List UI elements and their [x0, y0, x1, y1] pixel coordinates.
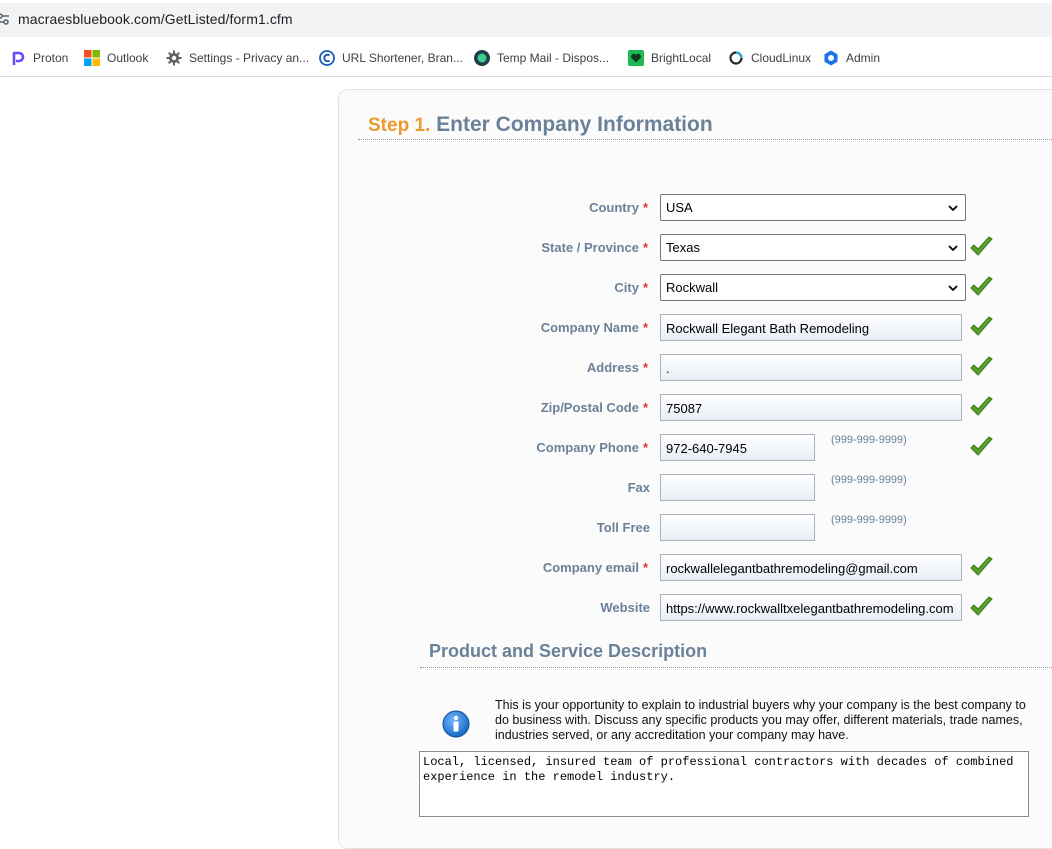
city-select[interactable]: Rockwall [660, 274, 966, 301]
country-select[interactable]: USA [660, 194, 966, 221]
bookmark-temp-mail[interactable]: Temp Mail - Dispos... [474, 48, 609, 68]
email-input[interactable]: rockwallelegantbathremodeling@gmail.com [660, 554, 962, 581]
link-shortener-icon [319, 50, 335, 66]
state-select[interactable]: Texas [660, 234, 966, 261]
valid-check-icon [969, 556, 994, 578]
info-line: do business with. Discuss any specific p… [495, 713, 1023, 727]
email-label: Company email * [542, 560, 648, 575]
gear-icon [166, 50, 182, 66]
bookmark-label: Temp Mail - Dispos... [497, 51, 610, 65]
section-title: Product and Service Description [429, 641, 708, 661]
company-name-input[interactable]: Rockwall Elegant Bath Remodeling [660, 314, 962, 341]
chevron-down-icon [947, 282, 959, 294]
bookmark-outlook[interactable]: Outlook [84, 48, 148, 68]
zip-input[interactable]: 75087 [660, 394, 962, 421]
bookmark-cloudlinux[interactable]: CloudLinux [728, 48, 811, 68]
step-title: Step 1. Enter Company Information [368, 113, 713, 137]
bookmark-brightlocal[interactable]: BrightLocal [628, 48, 711, 68]
bookmark-label: Settings - Privacy an... [189, 51, 310, 65]
required-marker: * [642, 360, 648, 375]
bookmarks-bar: Proton Outlook Settings - Privacy an... … [0, 39, 1052, 77]
cloudlinux-icon [728, 50, 744, 66]
bookmark-label: Outlook [107, 51, 149, 65]
address-input[interactable]: . [660, 354, 962, 381]
microsoft-icon [84, 50, 100, 66]
bookmark-label: CloudLinux [751, 51, 812, 65]
divider [420, 667, 1052, 668]
bookmark-label: BrightLocal [651, 51, 712, 65]
company-name-label: Company Name * [540, 320, 648, 335]
divider [358, 139, 1052, 140]
phone-label: Company Phone * [536, 440, 648, 455]
toll-free-input[interactable] [660, 514, 815, 541]
info-line: This is your opportunity to explain to i… [495, 698, 1026, 712]
bookmark-admin[interactable]: Admin [823, 48, 880, 68]
valid-check-icon [969, 396, 994, 418]
chevron-down-icon [947, 242, 959, 254]
required-marker: * [642, 440, 648, 455]
url-text[interactable]: macraesbluebook.com/GetListed/form1.cfm [18, 11, 293, 27]
address-label: Address * [586, 360, 648, 375]
required-marker: * [642, 560, 648, 575]
website-label: Website [600, 600, 650, 615]
step-heading: Enter Company Information [436, 113, 713, 136]
required-marker: * [642, 400, 648, 415]
fax-input[interactable] [660, 474, 815, 501]
bookmark-proton[interactable]: Proton [10, 48, 68, 68]
required-marker: * [642, 240, 648, 255]
valid-check-icon [969, 236, 994, 258]
bookmark-label: Admin [846, 51, 881, 65]
required-marker: * [642, 280, 648, 295]
site-info-icon[interactable] [0, 12, 10, 26]
required-marker: * [642, 320, 648, 335]
fax-format-hint: (999-999-9999) [831, 474, 907, 486]
website-input[interactable]: https://www.rockwalltxelegantbathremodel… [660, 594, 962, 621]
required-marker: * [642, 200, 648, 215]
city-value: Rockwall [666, 280, 719, 295]
toll-free-label: Toll Free [596, 520, 650, 535]
valid-check-icon [969, 276, 994, 298]
description-textarea[interactable]: Local, licensed, insured team of profess… [419, 751, 1029, 817]
bookmark-label: Proton [33, 51, 69, 65]
bookmark-url-shortener[interactable]: URL Shortener, Bran... [319, 48, 463, 68]
step-number: Step 1. [368, 115, 431, 136]
chevron-down-icon [947, 202, 959, 214]
country-label: Country * [589, 200, 648, 215]
bookmark-settings[interactable]: Settings - Privacy an... [166, 48, 309, 68]
info-line: industries served, or any accreditation … [495, 728, 849, 742]
phone-format-hint: (999-999-9999) [831, 434, 907, 446]
info-icon [442, 710, 470, 738]
toll-free-format-hint: (999-999-9999) [831, 514, 907, 526]
address-bar: macraesbluebook.com/GetListed/form1.cfm [0, 0, 1052, 39]
brightlocal-icon [628, 50, 644, 66]
admin-icon [823, 50, 839, 66]
state-label: State / Province * [541, 240, 648, 255]
valid-check-icon [969, 356, 994, 378]
fax-label: Fax [627, 480, 650, 495]
info-text: This is your opportunity to explain to i… [495, 698, 1052, 743]
phone-input[interactable]: 972-640-7945 [660, 434, 815, 461]
valid-check-icon [969, 436, 994, 458]
state-value: Texas [666, 240, 700, 255]
valid-check-icon [969, 316, 994, 338]
valid-check-icon [969, 596, 994, 618]
zip-label: Zip/Postal Code * [540, 400, 648, 415]
proton-icon [10, 50, 26, 66]
city-label: City * [614, 280, 648, 295]
temp-mail-icon [474, 50, 490, 66]
country-value: USA [666, 200, 693, 215]
bookmark-label: URL Shortener, Bran... [342, 51, 463, 65]
